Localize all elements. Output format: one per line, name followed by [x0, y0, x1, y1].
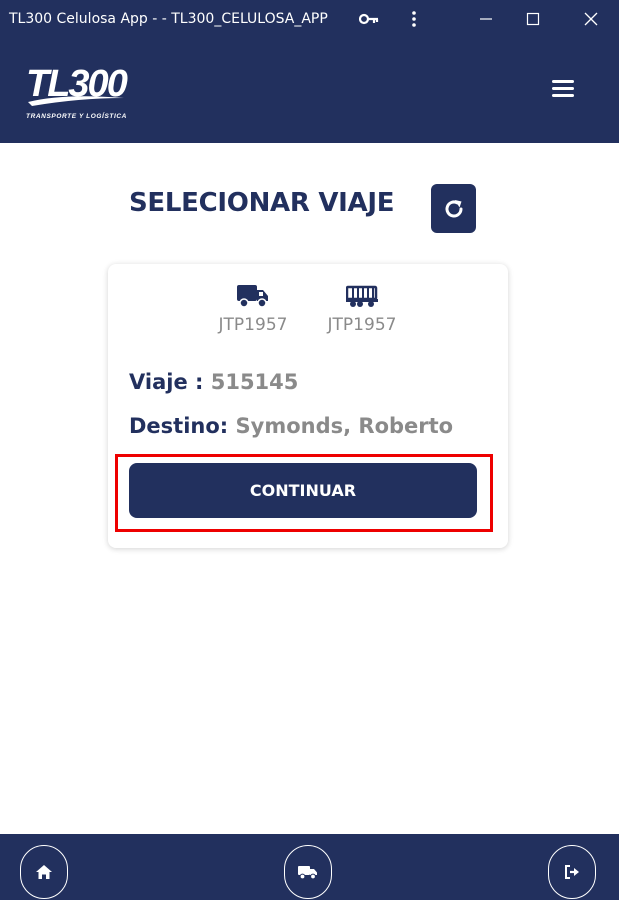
logout-button[interactable]: [548, 845, 596, 899]
minimize-icon[interactable]: [471, 4, 501, 34]
trailer-info: JTP1957: [317, 284, 407, 335]
trip-number-row: Viaje : 515145: [129, 370, 298, 394]
destination-label: Destino:: [129, 414, 236, 438]
maximize-icon[interactable]: [518, 4, 548, 34]
hamburger-menu-icon[interactable]: [546, 76, 580, 104]
page-title: SELECIONAR VIAJE: [129, 188, 395, 218]
window-titlebar: TL300 Celulosa App - - TL300_CELULOSA_AP…: [0, 0, 619, 38]
tl300-logo: TL300 TRANSPORTE Y LOGÍSTICA: [24, 60, 134, 122]
trip-label: Viaje :: [129, 370, 211, 394]
home-icon: [36, 865, 52, 879]
more-vertical-icon[interactable]: [399, 4, 429, 34]
window-title: TL300 Celulosa App - - TL300_CELULOSA_AP…: [9, 11, 328, 27]
destination-value: Symonds, Roberto: [235, 414, 454, 438]
logout-icon: [565, 865, 579, 879]
truck-info: JTP1957: [208, 284, 298, 335]
svg-text:TRANSPORTE Y LOGÍSTICA: TRANSPORTE Y LOGÍSTICA: [26, 111, 127, 120]
truck-icon: [298, 865, 317, 879]
trips-button[interactable]: [284, 845, 332, 899]
truck-icon: [237, 285, 268, 308]
close-icon[interactable]: [576, 4, 606, 34]
trailer-plate: JTP1957: [327, 315, 397, 335]
truck-plate: JTP1957: [218, 315, 288, 335]
refresh-icon: [445, 199, 462, 217]
refresh-button[interactable]: [431, 184, 476, 233]
trip-number: 515145: [210, 370, 299, 394]
app-header: TL300 TRANSPORTE Y LOGÍSTICA: [0, 38, 619, 143]
trailer-icon: [346, 285, 378, 307]
destination-row: Destino: Symonds, Roberto: [129, 414, 453, 438]
home-button[interactable]: [20, 845, 68, 899]
continue-button[interactable]: CONTINUAR: [129, 463, 477, 518]
key-icon[interactable]: [354, 4, 384, 34]
footer-nav: [0, 834, 619, 900]
